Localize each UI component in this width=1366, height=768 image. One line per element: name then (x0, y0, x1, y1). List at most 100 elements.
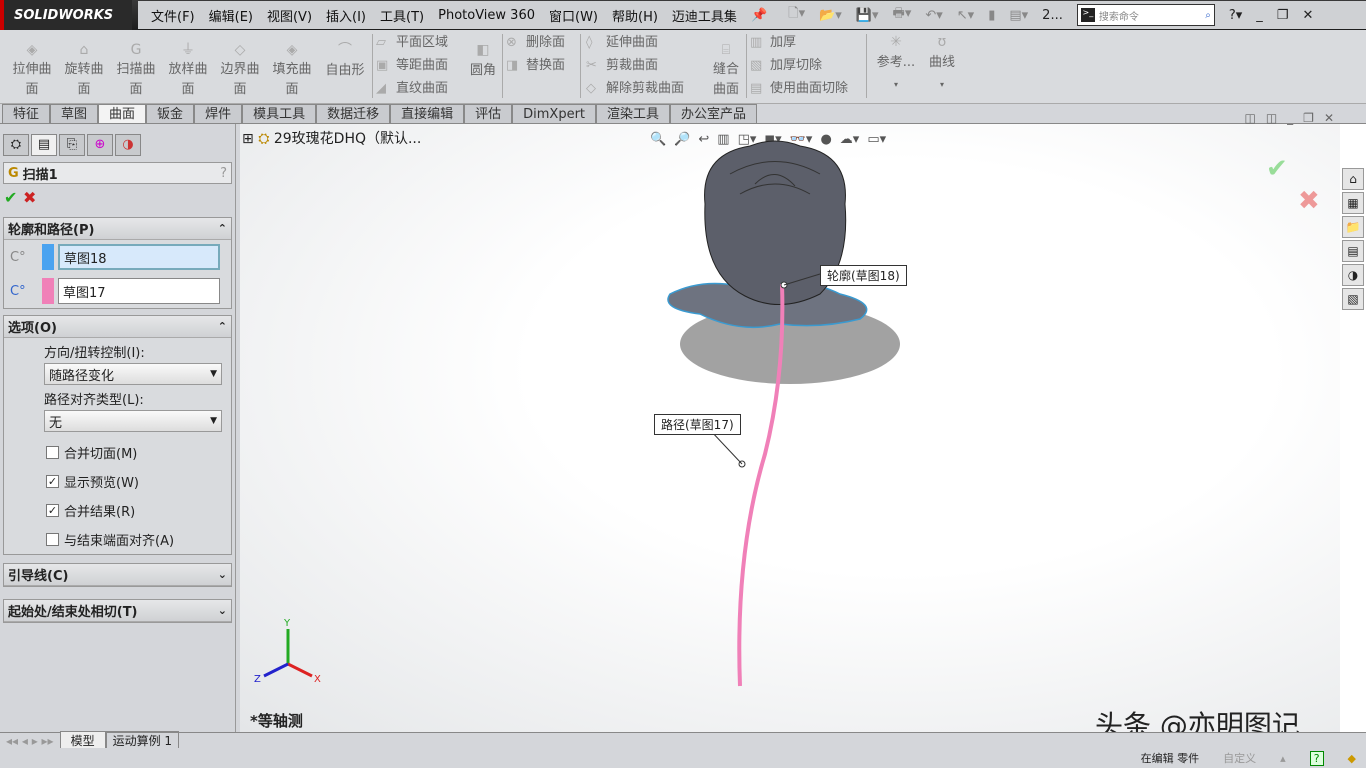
configuration-manager-tab[interactable]: ⎘ (59, 134, 85, 156)
undo-icon[interactable]: ↶▾ (925, 8, 942, 23)
tab-dimxpert[interactable]: DimXpert (512, 104, 596, 123)
fillet-button[interactable]: ◧圆角 (466, 40, 500, 82)
save-icon[interactable]: 💾▾ (856, 8, 879, 23)
tile-left-icon[interactable]: ◫ (1244, 111, 1255, 125)
units-arrow-icon[interactable]: ▴ (1280, 752, 1286, 765)
ok-button[interactable]: ✔ (4, 188, 17, 207)
menu-window[interactable]: 窗口(W) (542, 6, 605, 25)
display-manager-tab[interactable]: ◑ (115, 134, 141, 156)
menu-insert[interactable]: 插入(I) (319, 6, 373, 25)
help-button[interactable]: ? (220, 166, 227, 181)
units-custom[interactable]: 自定义 (1223, 750, 1256, 766)
search-commands[interactable]: >_搜索命令⌕ (1077, 4, 1215, 26)
menu-photoview[interactable]: PhotoView 360 (431, 8, 542, 23)
path-callout[interactable]: 路径(草图17) (654, 414, 741, 435)
custom-properties-icon[interactable]: ▧ (1342, 288, 1364, 310)
tile-right-icon[interactable]: ◫ (1266, 111, 1277, 125)
rebuild-status-icon[interactable]: ◆ (1348, 752, 1356, 765)
extend-surface-button[interactable]: ◊延伸曲面 (584, 31, 658, 54)
tab-mold-tools[interactable]: 模具工具 (242, 104, 316, 123)
replace-face-button[interactable]: ◨替换面 (504, 54, 565, 77)
tab-data-migration[interactable]: 数据迁移 (316, 104, 390, 123)
offset-surface-button[interactable]: ▣等距曲面 (374, 54, 448, 77)
checkbox[interactable] (46, 533, 59, 546)
ruled-surface-button[interactable]: ◢直纹曲面 (374, 77, 448, 100)
tab-office-products[interactable]: 办公室产品 (670, 104, 757, 123)
checkbox[interactable] (46, 446, 59, 459)
doc-minimize-button[interactable]: _ (1287, 111, 1293, 125)
orientation-dropdown[interactable]: 随路径变化▼ (44, 363, 222, 385)
close-button[interactable]: ✕ (1302, 8, 1313, 23)
checkbox[interactable]: ✓ (46, 504, 59, 517)
restore-button[interactable]: ❐ (1277, 8, 1289, 23)
design-library-icon[interactable]: ▦ (1342, 192, 1364, 214)
alignment-dropdown[interactable]: 无▼ (44, 410, 222, 432)
extruded-surface-button[interactable]: ◈拉伸曲 面 (8, 40, 56, 100)
select-icon[interactable]: ↖▾ (957, 8, 974, 23)
group-header[interactable]: 选项(O)⌃ (4, 316, 231, 338)
menu-tools[interactable]: 工具(T) (373, 6, 431, 25)
untrim-surface-button[interactable]: ◇解除剪裁曲面 (584, 77, 684, 100)
home-icon[interactable]: ⌂ (1342, 168, 1364, 190)
merge-tangent-checkbox[interactable]: 合并切面(M) (4, 438, 231, 467)
tab-render-tools[interactable]: 渲染工具 (596, 104, 670, 123)
collapse-icon[interactable]: ⌃ (218, 320, 227, 333)
menu-view[interactable]: 视图(V) (260, 6, 319, 25)
thicken-button[interactable]: ▥加厚 (748, 31, 796, 54)
tab-direct-editing[interactable]: 直接编辑 (390, 104, 464, 123)
revolved-surface-button[interactable]: ⌂旋转曲 面 (60, 40, 108, 100)
thicken-cut-button[interactable]: ▧加厚切除 (748, 54, 822, 77)
tab-evaluate[interactable]: 评估 (464, 104, 512, 123)
curves-button[interactable]: ʊ曲线▾ (924, 32, 960, 96)
swept-surface-button[interactable]: G扫描曲 面 (112, 40, 160, 100)
group-header[interactable]: 起始处/结束处相切(T)⌄ (4, 600, 231, 622)
path-selection-box[interactable]: 草图17 (58, 278, 220, 304)
doc-close-button[interactable]: ✕ (1324, 111, 1334, 125)
new-icon[interactable]: 🗋▾ (788, 4, 805, 26)
lofted-surface-button[interactable]: ⏚放样曲 面 (164, 40, 212, 100)
menu-help[interactable]: 帮助(H) (605, 6, 665, 25)
collapse-icon[interactable]: ⌃ (218, 222, 227, 235)
tab-surfaces[interactable]: 曲面 (98, 104, 146, 123)
group-header[interactable]: 轮廓和路径(P)⌃ (4, 218, 231, 240)
tab-sketch[interactable]: 草图 (50, 104, 98, 123)
merge-result-checkbox[interactable]: ✓合并结果(R) (4, 496, 231, 525)
appearances-icon[interactable]: ◑ (1342, 264, 1364, 286)
search-icon[interactable]: ⌕ (1205, 10, 1211, 21)
minimize-button[interactable]: _ (1256, 8, 1263, 23)
reference-geometry-button[interactable]: ✳参考...▾ (876, 32, 916, 96)
options-icon[interactable]: ▤▾ (1009, 8, 1028, 23)
planar-surface-button[interactable]: ▱平面区域 (374, 31, 448, 54)
doc-restore-button[interactable]: ❐ (1303, 111, 1314, 125)
pin-icon[interactable]: 📌 (744, 8, 774, 23)
menu-maidi[interactable]: 迈迪工具集 (665, 6, 744, 25)
menu-file[interactable]: 文件(F) (144, 6, 202, 25)
surface-cut-button[interactable]: ▤使用曲面切除 (748, 77, 848, 100)
show-preview-checkbox[interactable]: ✓显示预览(W) (4, 467, 231, 496)
dimxpert-manager-tab[interactable]: ⊕ (87, 134, 113, 156)
print-icon[interactable]: 🖶▾ (893, 4, 912, 26)
tab-features[interactable]: 特征 (2, 104, 50, 123)
expand-icon[interactable]: ⌄ (218, 604, 227, 617)
profile-callout[interactable]: 轮廓(草图18) (820, 265, 907, 286)
tab-sheet-metal[interactable]: 钣金 (146, 104, 194, 123)
graphics-area[interactable]: ⊞ ⛭ 29玫瑰花DHQ（默认... 🔍🔎↩▥◳▾◼▾👓▾●☁▾▭▾ ◫◫_❐✕… (240, 124, 1340, 732)
help-icon[interactable]: ?▾ (1229, 8, 1242, 23)
rebuild-icon[interactable]: ▮ (988, 8, 995, 23)
filled-surface-button[interactable]: ◈填充曲 面 (268, 40, 316, 100)
delete-face-button[interactable]: ⊗删除面 (504, 31, 565, 54)
view-palette-icon[interactable]: ▤ (1342, 240, 1364, 262)
knit-surface-button[interactable]: ⌸缝合 曲面 (708, 40, 744, 100)
align-end-faces-checkbox[interactable]: 与结束端面对齐(A) (4, 525, 231, 554)
file-explorer-icon[interactable]: 📁 (1342, 216, 1364, 238)
trim-surface-button[interactable]: ✂剪裁曲面 (584, 54, 658, 77)
feature-manager-tab[interactable]: ⛭ (3, 134, 29, 156)
expand-icon[interactable]: ⌄ (218, 568, 227, 581)
checkbox[interactable]: ✓ (46, 475, 59, 488)
menu-edit[interactable]: 编辑(E) (202, 6, 260, 25)
tab-weldments[interactable]: 焊件 (194, 104, 242, 123)
quick-tips-icon[interactable]: ? (1310, 751, 1324, 766)
profile-selection-box[interactable]: 草图18 (58, 244, 220, 270)
open-icon[interactable]: 📂▾ (819, 8, 842, 23)
boundary-surface-button[interactable]: ◇边界曲 面 (216, 40, 264, 100)
